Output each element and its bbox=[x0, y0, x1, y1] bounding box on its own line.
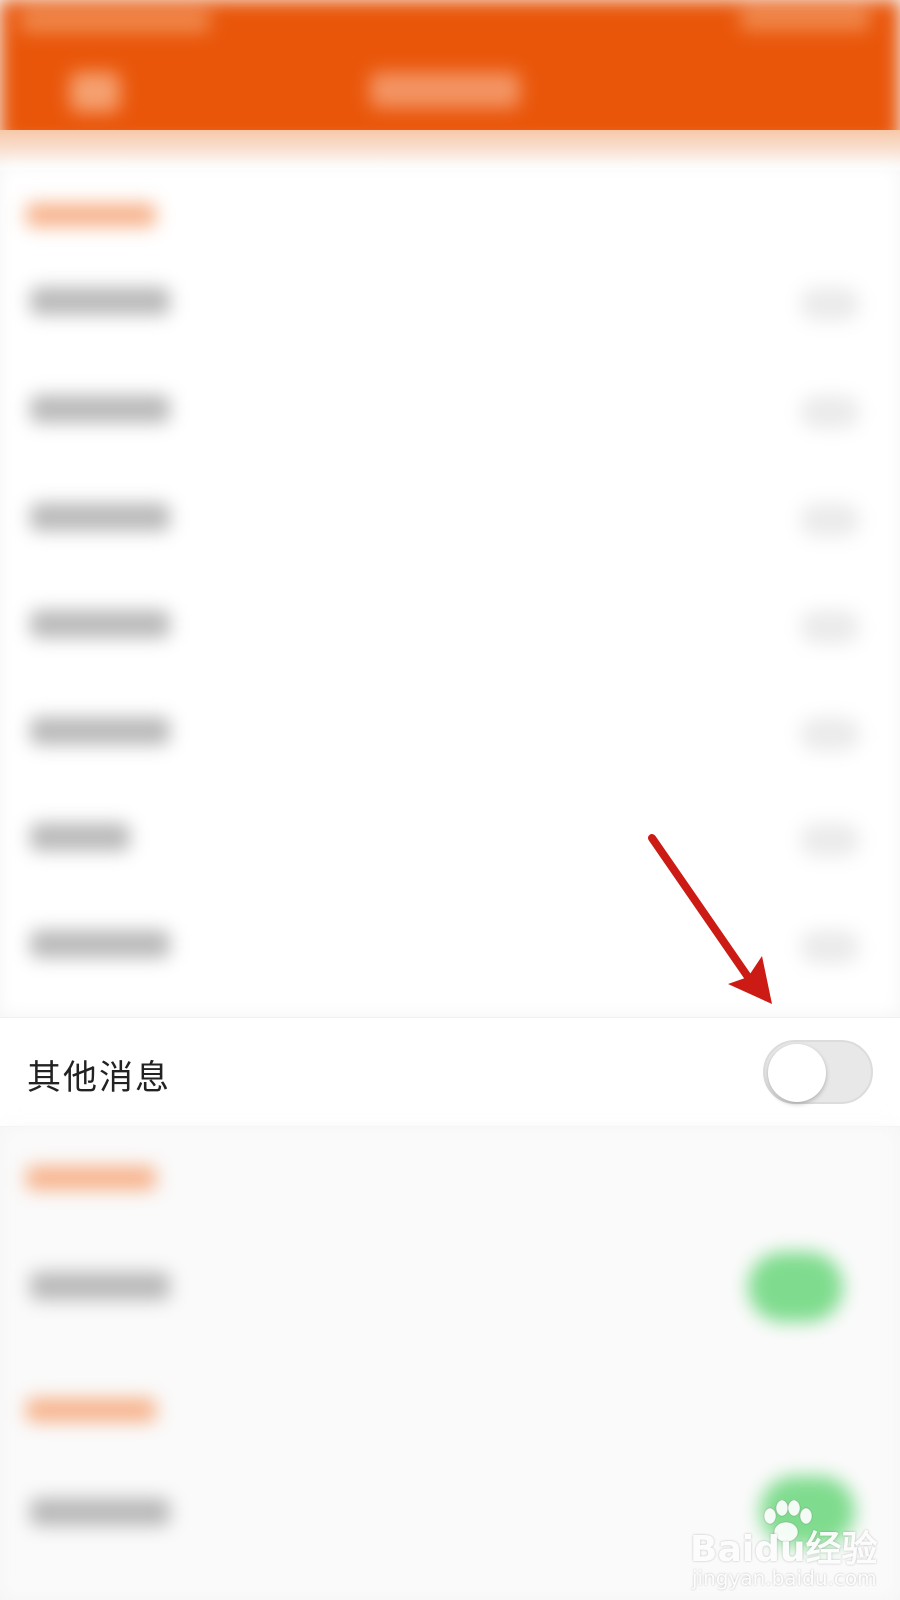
section-header-obscured bbox=[26, 1166, 156, 1190]
setting-label-obscured bbox=[30, 503, 170, 531]
baidu-watermark: Baidu经验 jingyan.baidu.com bbox=[690, 1500, 890, 1595]
setting-toggle-on-obscured[interactable] bbox=[748, 1252, 843, 1322]
section-header-obscured bbox=[26, 203, 156, 227]
setting-label-obscured bbox=[30, 823, 130, 851]
setting-label-obscured bbox=[30, 930, 170, 958]
settings-list-obscured bbox=[0, 165, 900, 1015]
setting-toggle-obscured[interactable] bbox=[800, 930, 860, 964]
status-bar-right bbox=[740, 8, 870, 30]
other-messages-row[interactable]: 其他消息 bbox=[0, 1017, 900, 1127]
page-title bbox=[370, 72, 520, 108]
header-shadow bbox=[0, 130, 900, 170]
section-header-obscured bbox=[26, 1398, 156, 1422]
setting-label-obscured bbox=[30, 1272, 170, 1300]
setting-label-obscured bbox=[30, 287, 170, 315]
setting-toggle-obscured[interactable] bbox=[800, 823, 860, 857]
setting-toggle-obscured[interactable] bbox=[800, 395, 860, 429]
status-bar-left bbox=[20, 10, 210, 32]
setting-label-obscured bbox=[30, 717, 170, 745]
setting-label-obscured bbox=[30, 395, 170, 423]
setting-toggle-obscured[interactable] bbox=[800, 717, 860, 751]
back-arrow-icon[interactable] bbox=[70, 72, 120, 112]
app-header bbox=[0, 0, 900, 145]
toggle-knob bbox=[768, 1044, 826, 1102]
setting-toggle-obscured[interactable] bbox=[800, 610, 860, 644]
setting-toggle-obscured[interactable] bbox=[800, 503, 860, 537]
other-messages-label: 其他消息 bbox=[27, 1058, 171, 1098]
watermark-url: jingyan.baidu.com bbox=[692, 1566, 877, 1590]
watermark-brand: Baidu经验 bbox=[690, 1529, 878, 1570]
setting-label-obscured bbox=[30, 1498, 170, 1526]
notification-settings-screen: 其他消息 Baidu经验 jingyan.baidu.com bbox=[0, 0, 900, 1600]
other-messages-toggle[interactable] bbox=[763, 1040, 873, 1104]
setting-label-obscured bbox=[30, 610, 170, 638]
setting-toggle-obscured[interactable] bbox=[800, 287, 860, 321]
